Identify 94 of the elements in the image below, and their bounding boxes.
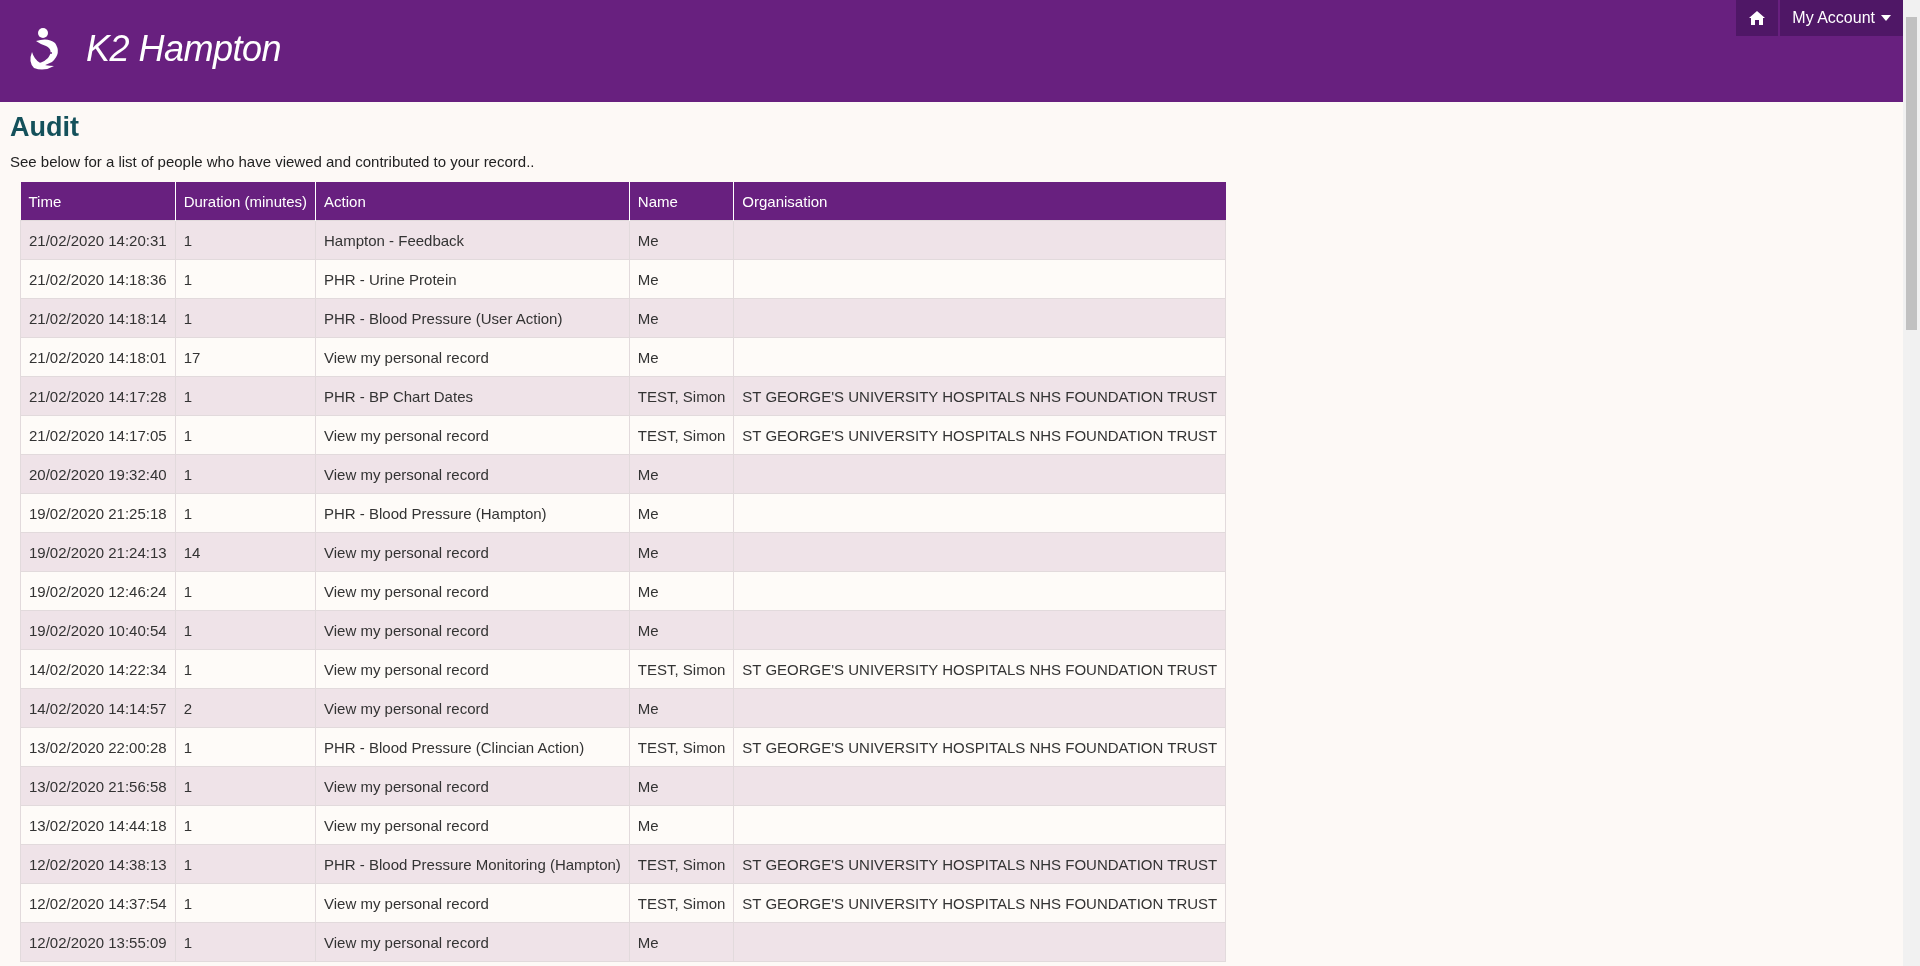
table-cell: PHR - Blood Pressure (Clincian Action) xyxy=(315,727,630,767)
table-cell: 17 xyxy=(175,337,316,377)
table-cell: 19/02/2020 12:46:24 xyxy=(20,571,176,611)
home-button[interactable] xyxy=(1736,0,1779,36)
table-cell: Me xyxy=(629,766,734,806)
table-cell: 1 xyxy=(175,922,316,962)
table-cell: Me xyxy=(629,454,734,494)
table-cell: View my personal record xyxy=(315,883,630,923)
table-cell: 12/02/2020 14:37:54 xyxy=(20,883,176,923)
table-cell: Me xyxy=(629,493,734,533)
table-cell: ST GEORGE'S UNIVERSITY HOSPITALS NHS FOUNDATION TRUST xyxy=(733,649,1226,689)
table-cell: 1 xyxy=(175,298,316,338)
table-cell: ST GEORGE'S UNIVERSITY HOSPITALS NHS FOUNDATION TRUST xyxy=(733,376,1226,416)
table-cell: View my personal record xyxy=(315,337,630,377)
table-cell: 1 xyxy=(175,259,316,299)
app-title: K2 Hampton xyxy=(86,28,282,70)
table-cell: View my personal record xyxy=(315,415,630,455)
table-cell: 14 xyxy=(175,532,316,572)
table-cell: View my personal record xyxy=(315,610,630,650)
table-cell: PHR - Urine Protein xyxy=(315,259,630,299)
table-cell: TEST, Simon xyxy=(629,883,734,923)
table-cell: 1 xyxy=(175,610,316,650)
table-cell: Me xyxy=(629,805,734,845)
table-cell: View my personal record xyxy=(315,454,630,494)
table-cell: Me xyxy=(629,220,734,260)
table-cell: Me xyxy=(629,922,734,962)
intro-text: See below for a list of people who have viewed and contributed to your record.. xyxy=(10,153,536,170)
table-cell: 1 xyxy=(175,844,316,884)
table-cell: 2 xyxy=(175,688,316,728)
table-cell: ST GEORGE'S UNIVERSITY HOSPITALS NHS FOUNDATION TRUST xyxy=(733,844,1226,884)
table-cell: Hampton - Feedback xyxy=(315,220,630,260)
home-icon xyxy=(1748,10,1767,26)
account-menu[interactable]: My Account xyxy=(1780,0,1903,36)
table-cell: 21/02/2020 14:17:05 xyxy=(20,415,176,455)
table-cell: Me xyxy=(629,610,734,650)
table-cell: 1 xyxy=(175,376,316,416)
column-header: Organisation xyxy=(733,182,1226,221)
table-cell: View my personal record xyxy=(315,649,630,689)
table-cell: 21/02/2020 14:18:14 xyxy=(20,298,176,338)
table-cell: 13/02/2020 14:44:18 xyxy=(20,805,176,845)
table-cell: 19/02/2020 10:40:54 xyxy=(20,610,176,650)
column-header: Name xyxy=(629,182,734,221)
column-header: Duration (minutes) xyxy=(175,182,316,221)
table-cell: 1 xyxy=(175,766,316,806)
table-cell: 1 xyxy=(175,727,316,767)
table-cell: 14/02/2020 14:22:34 xyxy=(20,649,176,689)
table-cell: TEST, Simon xyxy=(629,844,734,884)
table-cell: 1 xyxy=(175,454,316,494)
table-cell: Me xyxy=(629,571,734,611)
column-header: Action xyxy=(315,182,630,221)
table-cell: TEST, Simon xyxy=(629,415,734,455)
table-cell: 13/02/2020 21:56:58 xyxy=(20,766,176,806)
table-cell: PHR - Blood Pressure (User Action) xyxy=(315,298,630,338)
table-cell: 14/02/2020 14:14:57 xyxy=(20,688,176,728)
table-cell: View my personal record xyxy=(315,571,630,611)
table-cell: View my personal record xyxy=(315,532,630,572)
table-cell: View my personal record xyxy=(315,688,630,728)
table-cell: ST GEORGE'S UNIVERSITY HOSPITALS NHS FOUNDATION TRUST xyxy=(733,415,1226,455)
table-cell: PHR - BP Chart Dates xyxy=(315,376,630,416)
caret-icon xyxy=(1881,15,1891,21)
table-cell: Me xyxy=(629,298,734,338)
table-cell: 19/02/2020 21:25:18 xyxy=(20,493,176,533)
table-cell: 12/02/2020 14:38:13 xyxy=(20,844,176,884)
table-cell: 21/02/2020 14:18:36 xyxy=(20,259,176,299)
table-cell: View my personal record xyxy=(315,766,630,806)
table-cell: 12/02/2020 13:55:09 xyxy=(20,922,176,962)
page-title: Audit xyxy=(10,112,80,143)
table-cell: TEST, Simon xyxy=(629,727,734,767)
table-cell: Me xyxy=(629,532,734,572)
table-cell: 1 xyxy=(175,415,316,455)
table-cell: 21/02/2020 14:18:01 xyxy=(20,337,176,377)
table-cell: PHR - Blood Pressure (Hampton) xyxy=(315,493,630,533)
table-cell: TEST, Simon xyxy=(629,649,734,689)
table-cell: Me xyxy=(629,337,734,377)
table-cell: 19/02/2020 21:24:13 xyxy=(20,532,176,572)
table-cell: 1 xyxy=(175,571,316,611)
table-cell: 1 xyxy=(175,883,316,923)
table-cell: Me xyxy=(629,259,734,299)
table-cell: 13/02/2020 22:00:28 xyxy=(20,727,176,767)
table-cell: 1 xyxy=(175,493,316,533)
table-cell: View my personal record xyxy=(315,922,630,962)
table-cell: 21/02/2020 14:20:31 xyxy=(20,220,176,260)
table-cell: ST GEORGE'S UNIVERSITY HOSPITALS NHS FOUNDATION TRUST xyxy=(733,727,1226,767)
table-cell: Me xyxy=(629,688,734,728)
table-cell: 1 xyxy=(175,649,316,689)
table-cell: 21/02/2020 14:17:28 xyxy=(20,376,176,416)
table-cell: 20/02/2020 19:32:40 xyxy=(20,454,176,494)
table-cell: 1 xyxy=(175,220,316,260)
table-cell: View my personal record xyxy=(315,805,630,845)
table-cell: 1 xyxy=(175,805,316,845)
table-cell: PHR - Blood Pressure Monitoring (Hampton) xyxy=(315,844,630,884)
column-header: Time xyxy=(20,182,176,221)
table-cell: TEST, Simon xyxy=(629,376,734,416)
table-cell: ST GEORGE'S UNIVERSITY HOSPITALS NHS FOUNDATION TRUST xyxy=(733,883,1226,923)
